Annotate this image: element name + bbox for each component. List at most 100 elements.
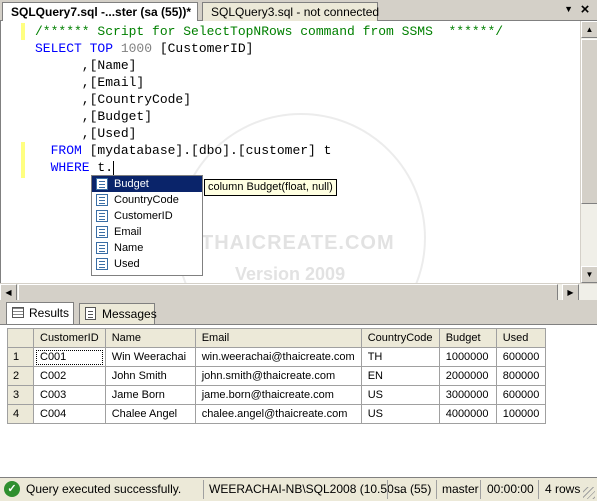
divider (387, 480, 388, 499)
column-header[interactable]: Used (495, 328, 547, 348)
column-header[interactable]: Budget (438, 328, 497, 348)
results-grid-area: CustomerID Name Email CountryCode Budget Used… (0, 324, 597, 477)
table-cell[interactable]: john.smith@thaicreate.com (194, 366, 362, 386)
scroll-right-icon[interactable]: ▶ (562, 284, 579, 301)
intellisense-item-label: Used (114, 258, 140, 270)
table-cell[interactable]: 800000 (495, 366, 547, 386)
table-row[interactable]: 3 C003 Jame Born jame.born@thaicreate.com US… (7, 385, 547, 405)
code-line: ,[Email] (35, 74, 503, 91)
scroll-down-icon[interactable]: ▼ (581, 266, 597, 283)
column-header[interactable]: CustomerID (33, 328, 106, 348)
intellisense-item[interactable]: Name (92, 240, 202, 256)
status-message: Query executed successfully. (26, 482, 182, 496)
watermark-text: THAICREATE.COM (201, 232, 395, 254)
close-tab-button[interactable]: × (577, 2, 593, 17)
table-cell[interactable]: EN (360, 366, 440, 386)
text-caret (113, 160, 115, 175)
code-text: ,[CountryCode] (35, 92, 192, 107)
table-cell[interactable]: chalee.angel@thaicreate.com (194, 404, 362, 424)
table-cell[interactable]: C004 (33, 404, 106, 424)
column-header[interactable]: CountryCode (360, 328, 440, 348)
column-icon (96, 226, 108, 238)
table-cell[interactable]: Jame Born (104, 385, 196, 405)
tab-sqlquery7[interactable]: SQLQuery7.sql -...ster (sa (55))* (2, 2, 198, 22)
vertical-scrollbar[interactable]: ▲ ▼ (580, 21, 597, 283)
change-indicator (21, 142, 25, 178)
status-user: sa (55) (394, 482, 432, 496)
table-cell[interactable]: US (360, 404, 440, 424)
code-line: FROM [mydatabase].[dbo].[customer] t (35, 142, 503, 159)
resize-grip-icon[interactable] (583, 487, 595, 499)
row-number[interactable]: 2 (7, 366, 34, 386)
status-elapsed: 00:00:00 (487, 482, 534, 496)
tab-sqlquery3[interactable]: SQLQuery3.sql - not connected (202, 2, 379, 21)
code-line: /****** Script for SelectTopNRows comman… (35, 23, 503, 40)
column-icon (96, 258, 108, 270)
code-comment: /****** Script for SelectTopNRows comman… (35, 24, 504, 39)
table-cell[interactable]: 600000 (495, 385, 547, 405)
row-number[interactable]: 3 (7, 385, 34, 405)
table-cell[interactable]: Win Weerachai (104, 347, 196, 367)
scroll-left-icon[interactable]: ◀ (0, 284, 17, 301)
horizontal-scrollbar[interactable]: ◀ ▶ (0, 283, 597, 301)
table-cell[interactable]: Chalee Angel (104, 404, 196, 424)
scroll-up-icon[interactable]: ▲ (581, 21, 597, 38)
table-cell[interactable]: C003 (33, 385, 106, 405)
code-number: 1000 (113, 41, 160, 56)
intellisense-item-label: CustomerID (114, 210, 173, 222)
table-row[interactable]: 1 C001 Win Weerachai win.weerachai@thaicrea… (7, 347, 547, 367)
intellisense-item[interactable]: Budget (92, 176, 202, 192)
code-line: WHERE t. (35, 159, 503, 176)
divider (480, 480, 481, 499)
table-cell[interactable]: 4000000 (438, 404, 497, 424)
table-cell[interactable]: John Smith (104, 366, 196, 386)
document-tab-bar: SQLQuery7.sql -...ster (sa (55))* SQLQue… (0, 0, 597, 22)
tab-list-arrow-icon[interactable]: ▼ (564, 4, 573, 14)
table-row[interactable]: 2 C002 John Smith john.smith@thaicreate.com… (7, 366, 547, 386)
table-cell[interactable]: US (360, 385, 440, 405)
column-icon (96, 242, 108, 254)
intellisense-item[interactable]: CountryCode (92, 192, 202, 208)
sql-code[interactable]: /****** Script for SelectTopNRows comman… (35, 23, 503, 176)
success-check-icon: ✓ (4, 481, 20, 497)
table-cell[interactable]: 3000000 (438, 385, 497, 405)
intellisense-item[interactable]: Used (92, 256, 202, 272)
table-cell[interactable]: TH (360, 347, 440, 367)
table-cell[interactable]: C002 (33, 366, 106, 386)
table-row[interactable]: 4 C004 Chalee Angel chalee.angel@thaicreate… (7, 404, 547, 424)
query-editor[interactable]: THAICREATE.COM /****** Script for Select… (0, 21, 597, 363)
table-cell[interactable]: C001 (33, 347, 106, 367)
column-header[interactable]: Name (104, 328, 196, 348)
table-cell[interactable]: 1000000 (438, 347, 497, 367)
table-cell[interactable]: 600000 (495, 347, 547, 367)
intellisense-item[interactable]: CustomerID (92, 208, 202, 224)
code-line: SELECT TOP 1000 [CustomerID] (35, 40, 503, 57)
table-cell[interactable]: jame.born@thaicreate.com (194, 385, 362, 405)
tab-results[interactable]: Results (6, 302, 74, 324)
divider (436, 480, 437, 499)
code-text: ,[Used] (35, 126, 137, 141)
code-text: [CustomerID] (159, 41, 254, 56)
row-number[interactable]: 1 (7, 347, 34, 367)
table-cell[interactable]: win.weerachai@thaicreate.com (194, 347, 362, 367)
code-text: ,[Name] (35, 58, 137, 73)
code-text: t. (97, 160, 114, 175)
intellisense-list[interactable]: Budget CountryCode CustomerID Email Name Used (91, 175, 203, 276)
code-line: ,[Budget] (35, 108, 503, 125)
intellisense-item[interactable]: Email (92, 224, 202, 240)
watermark-version: Version 2009 (235, 264, 346, 284)
tab-messages[interactable]: Messages (79, 303, 157, 324)
table-cell[interactable]: 100000 (495, 404, 547, 424)
hscroll-thumb[interactable] (18, 284, 558, 301)
code-keyword: WHERE (35, 160, 98, 175)
status-database: master (442, 482, 479, 496)
status-rows: 4 rows (545, 482, 581, 496)
divider (538, 480, 539, 499)
row-number[interactable]: 4 (7, 404, 34, 424)
code-line: ,[CountryCode] (35, 91, 503, 108)
table-cell[interactable]: 2000000 (438, 366, 497, 386)
column-header[interactable]: Email (194, 328, 362, 348)
results-grid[interactable]: CustomerID Name Email CountryCode Budget Used… (7, 328, 547, 424)
scroll-thumb[interactable] (581, 39, 597, 204)
grid-corner (7, 328, 34, 348)
